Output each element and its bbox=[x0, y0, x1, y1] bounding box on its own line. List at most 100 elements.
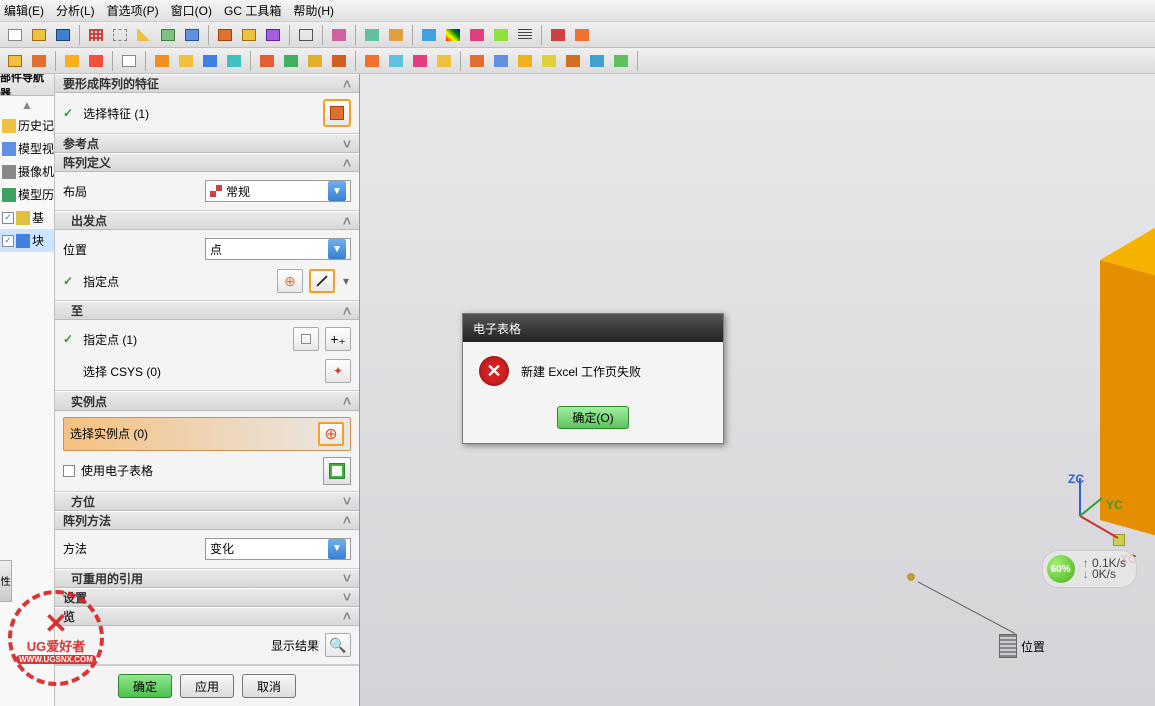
point-button[interactable] bbox=[293, 327, 319, 351]
section-instance[interactable]: 实例点˄ bbox=[55, 391, 359, 410]
point-constructor-button[interactable]: ⊕ bbox=[277, 269, 303, 293]
revolve-icon[interactable] bbox=[262, 24, 284, 46]
csys-button[interactable]: ✦ bbox=[325, 359, 351, 383]
chart-icon[interactable] bbox=[571, 24, 593, 46]
menu-gc-toolbox[interactable]: GC 工具箱 bbox=[224, 2, 281, 19]
use-sheet-checkbox[interactable] bbox=[63, 465, 75, 477]
show-result-button[interactable]: 🔍 bbox=[325, 633, 351, 657]
as-e[interactable] bbox=[562, 50, 584, 72]
select-features-button[interactable] bbox=[323, 99, 351, 127]
shape-c[interactable] bbox=[304, 50, 326, 72]
checkbox-icon[interactable]: ✓ bbox=[2, 235, 14, 247]
render-icon[interactable] bbox=[418, 24, 440, 46]
layout-label: 布局 bbox=[63, 183, 199, 200]
sketch-icon[interactable] bbox=[214, 24, 236, 46]
plugin-icon[interactable] bbox=[466, 24, 488, 46]
section-orientation[interactable]: 方位˅ bbox=[55, 492, 359, 511]
measure-icon[interactable] bbox=[133, 24, 155, 46]
section-reusable[interactable]: 可重用的引用˅ bbox=[55, 569, 359, 588]
select-instance-row[interactable]: 选择实例点 (0) ⊕ bbox=[63, 417, 351, 451]
method-dropdown[interactable]: 变化 ▼ bbox=[205, 538, 351, 560]
side-tab-1[interactable]: 性 bbox=[0, 560, 12, 602]
box-yellow-icon[interactable] bbox=[175, 50, 197, 72]
cube-icon[interactable] bbox=[181, 24, 203, 46]
new-file-icon[interactable] bbox=[4, 24, 26, 46]
select-icon[interactable] bbox=[109, 24, 131, 46]
specify-point-to-label: 指定点 (1) bbox=[83, 331, 287, 348]
section-start[interactable]: 出发点˄ bbox=[55, 211, 359, 230]
network-speed-widget: 60% ↑ 0.1K/s ↓ 0K/s bbox=[1042, 550, 1137, 588]
section-pattern-method[interactable]: 阵列方法˄ bbox=[55, 511, 359, 530]
box-cyan-icon[interactable] bbox=[223, 50, 245, 72]
save-icon[interactable] bbox=[52, 24, 74, 46]
method-label: 方法 bbox=[63, 540, 199, 557]
shape-b[interactable] bbox=[280, 50, 302, 72]
box-blue-icon[interactable] bbox=[199, 50, 221, 72]
position-icon bbox=[999, 634, 1017, 658]
menu-help[interactable]: 帮助(H) bbox=[293, 2, 334, 19]
as-b[interactable] bbox=[490, 50, 512, 72]
hatch-icon[interactable] bbox=[514, 24, 536, 46]
op-b[interactable] bbox=[385, 50, 407, 72]
nav-model-history[interactable]: 模型历史 bbox=[0, 183, 54, 206]
curve-icon[interactable] bbox=[490, 24, 512, 46]
as-f[interactable] bbox=[586, 50, 608, 72]
as-c[interactable] bbox=[514, 50, 536, 72]
position-dropdown[interactable]: 点 ▼ bbox=[205, 238, 351, 260]
shape-d[interactable] bbox=[328, 50, 350, 72]
color-icon[interactable] bbox=[442, 24, 464, 46]
view-icon[interactable] bbox=[361, 24, 383, 46]
position-marker[interactable]: 位置 bbox=[999, 634, 1045, 658]
box-orange-icon[interactable] bbox=[151, 50, 173, 72]
folder2-icon[interactable] bbox=[4, 50, 26, 72]
grid-icon[interactable] bbox=[85, 24, 107, 46]
instance-target-button[interactable]: ⊕ bbox=[318, 422, 344, 446]
menu-analyze[interactable]: 分析(L) bbox=[56, 2, 95, 19]
as-d[interactable] bbox=[538, 50, 560, 72]
op-a[interactable] bbox=[361, 50, 383, 72]
pattern-icon[interactable] bbox=[328, 24, 350, 46]
section-pattern-features[interactable]: 要形成阵列的特征˄ bbox=[55, 74, 359, 93]
dim-icon[interactable] bbox=[547, 24, 569, 46]
datum-icon[interactable] bbox=[385, 24, 407, 46]
section-ref-point[interactable]: 参考点˅ bbox=[55, 134, 359, 153]
as-g[interactable] bbox=[610, 50, 632, 72]
select-csys-label: 选择 CSYS (0) bbox=[83, 363, 319, 380]
dialog-message: 新建 Excel 工作页失败 bbox=[521, 363, 641, 380]
checkbox-icon[interactable]: ✓ bbox=[2, 212, 14, 224]
ok-button[interactable]: 确定 bbox=[118, 674, 172, 698]
rect-icon[interactable] bbox=[295, 24, 317, 46]
section-pattern-def[interactable]: 阵列定义˄ bbox=[55, 153, 359, 172]
point-add-button[interactable]: +₊ bbox=[325, 327, 351, 351]
specify-point-label: 指定点 bbox=[83, 273, 271, 290]
spreadsheet-button[interactable] bbox=[323, 457, 351, 485]
layout-dropdown[interactable]: 常规 ▼ bbox=[205, 180, 351, 202]
menu-edit[interactable]: 编辑(E) bbox=[4, 2, 44, 19]
page-icon[interactable] bbox=[118, 50, 140, 72]
nav-model-view[interactable]: 模型视图 bbox=[0, 137, 54, 160]
extrude-icon[interactable] bbox=[238, 24, 260, 46]
op-d[interactable] bbox=[433, 50, 455, 72]
open-icon[interactable] bbox=[28, 24, 50, 46]
nav-tree-base[interactable]: ✓基 bbox=[0, 206, 54, 229]
wire-icon[interactable] bbox=[28, 50, 50, 72]
point-picker-button[interactable] bbox=[309, 269, 335, 293]
menu-preferences[interactable]: 首选项(P) bbox=[107, 2, 159, 19]
cancel-button[interactable]: 取消 bbox=[242, 674, 296, 698]
dialog-ok-button[interactable]: 确定(O) bbox=[557, 406, 628, 429]
as-a[interactable] bbox=[466, 50, 488, 72]
show-result-label: 显示结果 bbox=[271, 637, 319, 654]
tool-a[interactable] bbox=[85, 50, 107, 72]
reference-point[interactable] bbox=[907, 573, 915, 581]
layer-icon[interactable] bbox=[157, 24, 179, 46]
shape-a[interactable] bbox=[256, 50, 278, 72]
nav-tree-block[interactable]: ✓块 bbox=[0, 229, 54, 252]
toolbar-1 bbox=[0, 22, 1155, 48]
home-icon[interactable] bbox=[61, 50, 83, 72]
op-c[interactable] bbox=[409, 50, 431, 72]
menu-window[interactable]: 窗口(O) bbox=[171, 2, 212, 19]
nav-camera[interactable]: 摄像机 bbox=[0, 160, 54, 183]
apply-button[interactable]: 应用 bbox=[180, 674, 234, 698]
nav-history[interactable]: 历史记录 bbox=[0, 114, 54, 137]
section-to[interactable]: 至˄ bbox=[55, 301, 359, 320]
